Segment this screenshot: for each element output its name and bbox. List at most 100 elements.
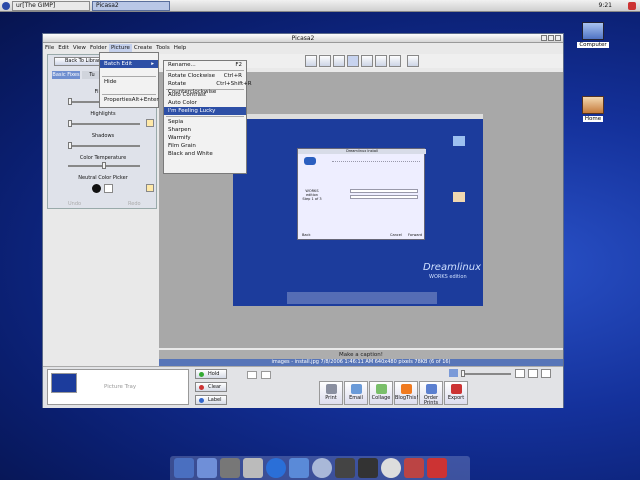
menu-item-sharpen[interactable]: Sharpen (164, 126, 246, 134)
menu-item-sepia[interactable]: Sepia (164, 118, 246, 126)
rotate-cw-icon[interactable] (261, 371, 271, 379)
clear-button[interactable]: Clear (195, 382, 227, 392)
slider-knob[interactable] (68, 142, 72, 149)
picture-tray[interactable]: Picture Tray (47, 369, 189, 405)
task-picasa[interactable]: Picasa2 (92, 1, 170, 11)
menu-help[interactable]: Help (172, 44, 189, 52)
window-titlebar[interactable]: Picasa2 (43, 34, 563, 43)
blogthis-button[interactable]: BlogThis! (394, 381, 418, 405)
view-mode-3-button[interactable] (347, 55, 359, 67)
view-mode-5-button[interactable] (375, 55, 387, 67)
view-single-button[interactable] (515, 369, 525, 378)
menu-item-properties[interactable]: Properties Alt+Enter (100, 96, 159, 104)
view-mode-6-button[interactable] (389, 55, 401, 67)
menu-item-auto-contrast[interactable]: Auto Contrast (164, 91, 246, 99)
menu-edit[interactable]: Edit (56, 44, 71, 52)
print-button[interactable]: Print (319, 381, 343, 405)
desktop-icon-computer[interactable]: Computer (576, 22, 610, 48)
dock-cd-icon[interactable] (312, 458, 332, 478)
label-button[interactable]: Label (195, 395, 227, 405)
view-mode-4-button[interactable] (361, 55, 373, 67)
order-prints-icon (426, 384, 437, 394)
view-fullscreen-button[interactable] (528, 369, 538, 378)
color-temperature-slider[interactable] (68, 162, 140, 169)
menu-item-warmify[interactable]: Warmify (164, 134, 246, 142)
picture-menu-disabled-item (100, 68, 158, 75)
menu-file[interactable]: File (43, 44, 56, 52)
neutral-wand-icon[interactable] (146, 184, 154, 192)
menu-picture[interactable]: Picture (108, 44, 132, 52)
highlights-slider[interactable] (68, 120, 140, 127)
menu-item-feeling-lucky[interactable]: I'm Feeling Lucky (164, 107, 246, 115)
collage-icon (376, 384, 387, 394)
rotate-ccw-icon[interactable] (247, 371, 257, 379)
menu-item-rotate-counterclockwise[interactable]: Rotate Counterclockwise Ctrl+Shift+R (164, 80, 252, 95)
dock-globe-icon[interactable] (266, 458, 286, 478)
dock-speaker-icon[interactable] (335, 458, 355, 478)
shadows-slider[interactable] (68, 142, 140, 149)
collage-button[interactable]: Collage (369, 381, 393, 405)
dock-monitor-icon[interactable] (197, 458, 217, 478)
shadows-label: Shadows (91, 133, 115, 139)
hold-button[interactable]: Hold (195, 369, 227, 379)
dialog-back-button: Back (302, 233, 311, 237)
dialog-field-1 (350, 189, 418, 193)
undo-button[interactable]: Undo (68, 201, 81, 207)
prev-arrow-icon[interactable] (305, 55, 317, 67)
email-label: Email (349, 395, 363, 401)
dock-film-icon[interactable] (358, 458, 378, 478)
desktop-icon-label: Home (582, 116, 604, 122)
image-info-bar: images - install.jpg 7/8/2006 1:46:11 AM… (159, 359, 563, 366)
dock-drive-icon[interactable] (243, 458, 263, 478)
menu-view[interactable]: View (71, 44, 88, 52)
menu-create[interactable]: Create (132, 44, 154, 52)
menu-item-hide[interactable]: Hide (100, 78, 158, 86)
menu-item-rename[interactable]: Rename... F2 (164, 61, 246, 69)
eyedropper-icon[interactable] (104, 184, 113, 193)
view-mode-2-button[interactable] (333, 55, 345, 67)
dock-settings-icon[interactable] (289, 458, 309, 478)
task-gimp[interactable]: ur[The GIMP] (12, 1, 90, 11)
view-slideshow-button[interactable] (541, 369, 551, 378)
desktop-icon-home[interactable]: Home (576, 96, 610, 122)
slider-knob[interactable] (68, 98, 72, 105)
menu-tools[interactable]: Tools (154, 44, 172, 52)
export-button[interactable]: Export (444, 381, 468, 405)
menu-icon[interactable] (2, 2, 10, 10)
bottom-bar: Picture Tray Hold Clear Label Print Emai… (43, 366, 563, 408)
menu-folder[interactable]: Folder (88, 44, 109, 52)
installer-dialog: Dreamlinux Install WORKS edition Step 1 … (297, 148, 426, 240)
next-arrow-icon[interactable] (407, 55, 419, 67)
zoom-slider[interactable] (461, 370, 511, 377)
dock-files-icon[interactable] (174, 458, 194, 478)
minimize-button[interactable] (541, 35, 547, 41)
redo-button[interactable]: Redo (128, 201, 141, 207)
email-button[interactable]: Email (344, 381, 368, 405)
batch-edit-submenu: Rename... F2 Rotate Clockwise Ctrl+R Rotat… (163, 60, 252, 174)
slider-knob[interactable] (68, 120, 72, 127)
menu-item-rotate-clockwise[interactable]: Rotate Clockwise Ctrl+R (164, 72, 246, 80)
slider-knob[interactable] (102, 162, 106, 169)
tab-basic-fixes[interactable]: Basic Fixes (52, 71, 80, 79)
power-icon[interactable] (628, 2, 636, 10)
dialog-forward-button: Forward (408, 233, 423, 237)
menu-item-batch-edit[interactable]: Batch Edit ▸ (100, 60, 158, 68)
maximize-button[interactable] (548, 35, 554, 41)
close-button[interactable] (555, 35, 561, 41)
clear-icon (199, 385, 204, 390)
menu-item-film-grain[interactable]: Film Grain (164, 142, 246, 150)
clear-label: Clear (208, 384, 222, 390)
highlights-wand-icon[interactable] (146, 119, 154, 127)
dock-terminal-icon[interactable] (220, 458, 240, 478)
menu-item-black-and-white[interactable]: Black and White (164, 150, 246, 158)
tray-thumbnail[interactable] (51, 373, 77, 393)
menu-item-auto-color[interactable]: Auto Color (164, 99, 246, 107)
zoom-icon (449, 369, 458, 377)
order-prints-button[interactable]: Order Prints (419, 381, 443, 406)
zoom-knob[interactable] (461, 370, 465, 377)
dock-photo-icon[interactable] (404, 458, 424, 478)
dialog-step-title: WORKS edition (305, 189, 319, 197)
dock-trash-icon[interactable] (427, 458, 447, 478)
view-mode-1-button[interactable] (319, 55, 331, 67)
dock-disc-icon[interactable] (381, 458, 401, 478)
